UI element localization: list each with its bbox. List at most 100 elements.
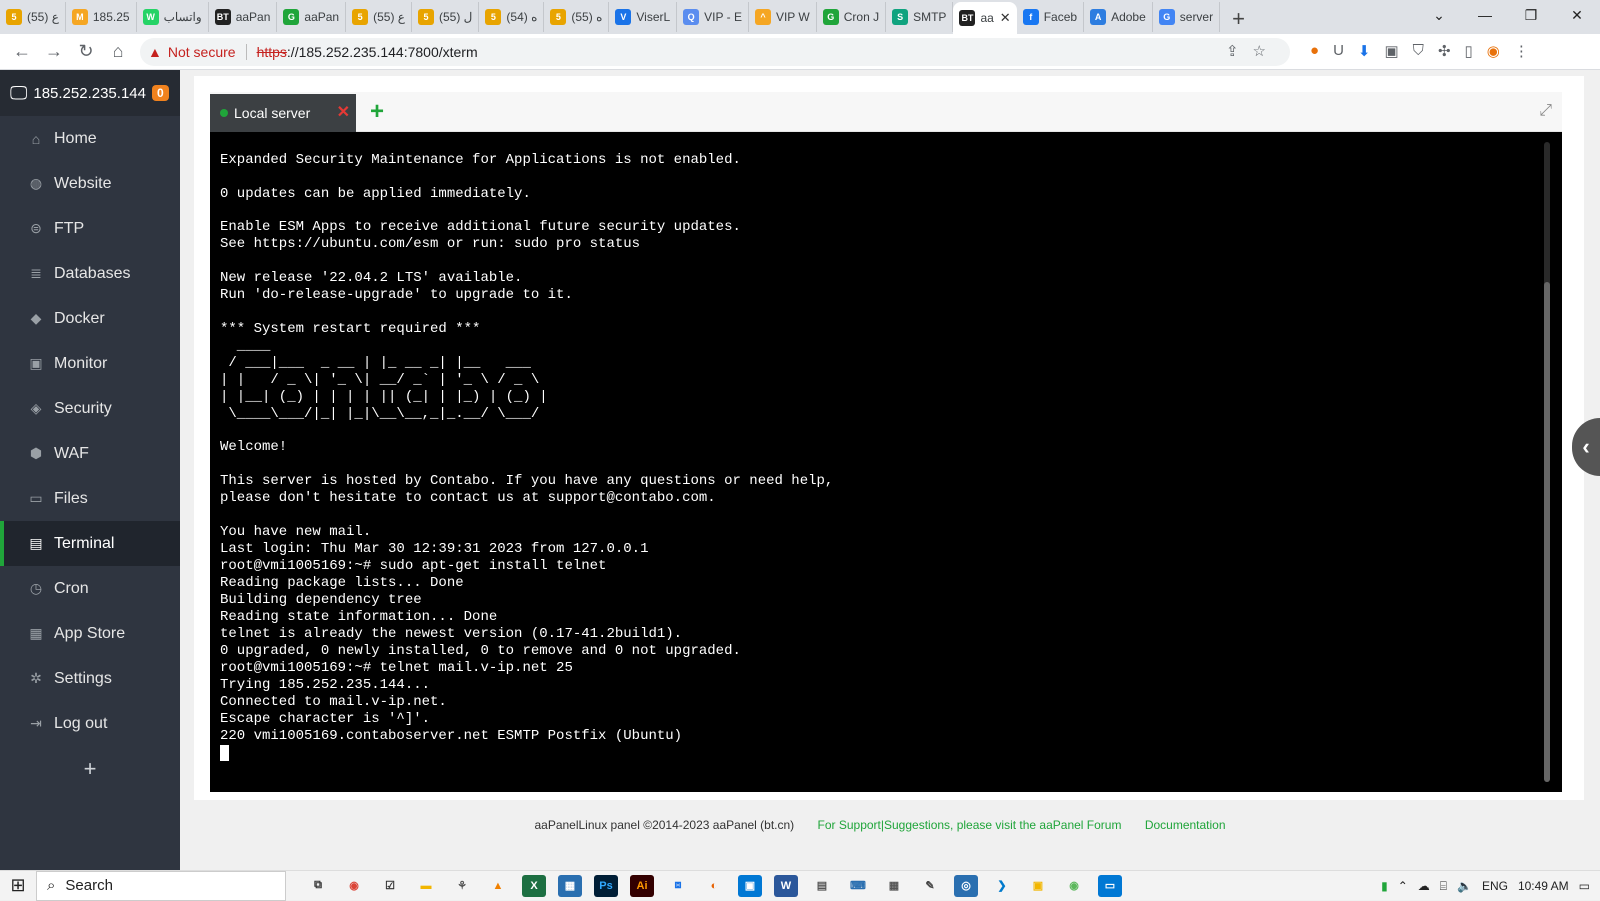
vlc-icon[interactable]: ▲ [486,875,510,897]
sidebar-item-ftp[interactable]: ⊜ FTP [0,206,180,251]
sidebar-item-settings[interactable]: ✲ Settings [0,656,180,701]
sidebar-item-terminal[interactable]: ▤ Terminal [0,521,180,566]
address-bar[interactable]: ▲ Not secure https ://185.252.235.144:78… [140,38,1290,66]
support-forum-link[interactable]: For Support|Suggestions, please visit th… [818,818,1122,832]
notification-badge[interactable]: 0 [151,85,169,101]
browser-tab[interactable]: ^ VIP W [749,2,817,32]
not-secure-label[interactable]: Not secure [168,44,236,60]
sidebar-item-home[interactable]: ⌂ Home [0,116,180,161]
cloud-icon[interactable]: ☁ [1418,879,1430,893]
extension-icon[interactable]: ▣ [1384,42,1398,60]
sidebar-item-log-out[interactable]: ⇥ Log out [0,701,180,746]
calculator-icon[interactable]: ▦ [882,875,906,897]
close-window-button[interactable]: ✕ [1554,7,1600,24]
sidebar-item-app-store[interactable]: ▦ App Store [0,611,180,656]
sidebar-item-monitor[interactable]: ▣ Monitor [0,341,180,386]
tab-title: ع (55) [27,10,59,24]
vscode-icon[interactable]: ❯ [990,875,1014,897]
maximize-button[interactable]: ❐ [1508,7,1554,24]
browser-tab[interactable]: f Faceb [1017,2,1085,32]
browser-tab[interactable]: 5 ع (55) [0,2,66,32]
menu-icon[interactable]: ⋮ [1514,42,1529,60]
language-indicator[interactable]: ENG [1482,879,1508,893]
reload-icon[interactable]: ↻ [70,36,102,68]
back-icon[interactable]: ← [6,36,38,68]
word-icon[interactable]: W [774,874,798,897]
sidebar-add-button[interactable]: + [0,746,180,791]
extension-icon[interactable]: U [1333,42,1344,60]
notification-icon[interactable]: ▭ [1579,879,1590,893]
browser-tab[interactable]: G Cron J [817,2,887,32]
browser-tab[interactable]: 5 ع (55) [346,2,412,32]
home-icon[interactable]: ⌂ [102,36,134,68]
browser-tab[interactable]: GaaPan [277,2,347,32]
browser-tab[interactable]: 5 ل (55) [412,2,480,32]
photoshop-icon[interactable]: Ps [594,874,618,897]
browser-tab[interactable]: 5 ه (54) [479,2,545,32]
puzzle-icon[interactable]: ✣ [1438,42,1451,60]
file-explorer-icon[interactable]: ▬ [414,875,438,897]
battery-icon[interactable]: ▮ [1381,879,1388,893]
shield-icon[interactable]: ⛉ [1413,42,1424,60]
close-tab-icon[interactable]: ✕ [1000,10,1011,26]
app-icon[interactable]: ⧈ [666,875,690,897]
tab-local-server[interactable]: Local server ✕ [210,94,356,132]
keyboard-app-icon[interactable]: ⌨ [846,875,870,897]
download-icon[interactable]: ⬇ [1358,42,1371,60]
profile-avatar[interactable]: ◉ [1487,42,1500,60]
app-icon[interactable]: ◉ [1062,875,1086,897]
browser-tab[interactable]: Q VIP - E [677,2,749,32]
tab-search-chevron-icon[interactable]: ⌄ [1416,7,1462,24]
browser-tab[interactable]: 5 ه (55) [544,2,610,32]
checkbox-app-icon[interactable]: ☑ [378,875,402,897]
close-tab-icon[interactable]: ✕ [337,102,350,122]
sidebar-item-website[interactable]: ◍ Website [0,161,180,206]
taskbar: ⊞ ⌕ Search ⧉ ◉ ☑ ▬ ⚘ ▲ X ▦ Ps Ai ⧈ ◐ ▣ W… [0,870,1600,901]
windows-start-icon[interactable]: ⊞ [0,875,36,896]
network-app-icon[interactable]: ⚘ [450,875,474,897]
forward-icon[interactable]: → [38,36,70,68]
browser-tab[interactable]: BT aa ✕ [953,2,1017,34]
browser-tab[interactable]: Gserver [1153,2,1221,32]
extension-icon[interactable]: ● [1310,42,1319,60]
browser-tab[interactable]: BT aaPan [209,2,278,32]
share-and-bookmark-icons[interactable]: ⇪☆ [1226,42,1280,60]
volume-icon[interactable]: 🔈 [1457,879,1472,893]
browser-tab[interactable]: A Adobe [1084,2,1153,32]
browser-tab[interactable]: M 185.25 [66,2,137,32]
new-tab-button[interactable]: + [1220,4,1257,34]
browser-tab[interactable]: W واتساب [137,2,209,32]
illustrator-icon[interactable]: Ai [630,874,654,897]
add-terminal-icon[interactable]: + [370,98,384,126]
minimize-button[interactable]: — [1462,7,1508,23]
app-icon[interactable]: ▣ [1026,875,1050,897]
excel-icon[interactable]: X [522,874,546,897]
notepad-icon[interactable]: ✎ [918,875,942,897]
browser-tab[interactable]: V ViserL [609,2,678,32]
taskbar-search-box[interactable]: ⌕ Search [36,870,286,901]
sidepanel-icon[interactable]: ▯ [1465,42,1473,60]
terminal-scrollbar-thumb[interactable] [1544,282,1550,782]
clock[interactable]: 10:49 AM [1518,879,1569,893]
sidebar-item-cron[interactable]: ◷ Cron [0,566,180,611]
sidebar-item-files[interactable]: ▭ Files [0,476,180,521]
app-icon[interactable]: ▦ [558,874,582,897]
network-icon[interactable]: ⌸ [1440,879,1447,894]
fullscreen-icon[interactable]: ⤢ [1539,102,1552,120]
sidebar-item-docker[interactable]: ◆ Docker [0,296,180,341]
terminal-output[interactable]: Expanded Security Maintenance for Applic… [210,132,1562,792]
app-icon[interactable]: ▭ [1098,874,1122,897]
firefox-icon[interactable]: ◐ [702,875,726,897]
sidebar-item-label: Website [54,174,112,192]
documentation-link[interactable]: Documentation [1145,818,1226,832]
store-icon[interactable]: ▣ [738,874,762,897]
app-icon[interactable]: ◎ [954,874,978,897]
sidebar-item-security[interactable]: ◈ Security [0,386,180,431]
chrome-icon[interactable]: ◉ [342,875,366,897]
app-icon[interactable]: ▤ [810,875,834,897]
sidebar-item-waf[interactable]: ⬢ WAF [0,431,180,476]
chevron-up-icon[interactable]: ⌃ [1398,879,1408,893]
browser-tab[interactable]: S SMTP [886,2,954,32]
sidebar-item-databases[interactable]: ≣ Databases [0,251,180,296]
task-view-icon[interactable]: ⧉ [306,875,330,897]
